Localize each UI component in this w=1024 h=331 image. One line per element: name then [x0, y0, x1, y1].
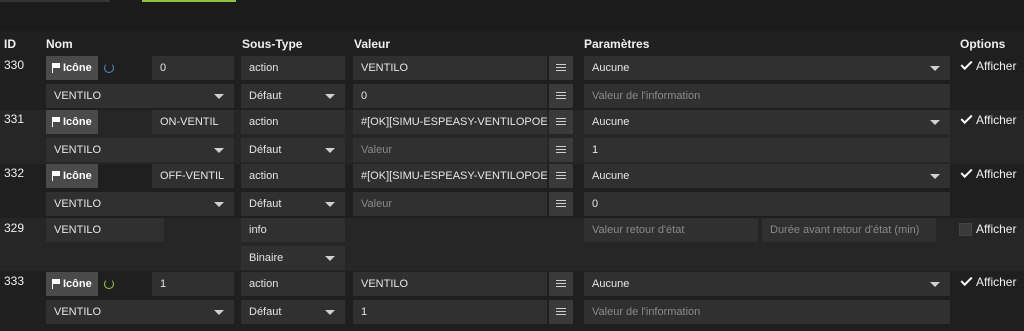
valeur-input[interactable]: #[OK][SIMU-ESPEASY-VENTILOPOELE][( — [353, 164, 547, 188]
chevron-down-icon — [214, 148, 224, 153]
valeur-input[interactable]: VENTILO — [353, 272, 547, 296]
param-select[interactable]: Aucune — [584, 164, 950, 188]
cmd-value-input[interactable]: ON-VENTIL — [152, 110, 234, 134]
chevron-down-icon — [214, 310, 224, 315]
chevron-down-icon — [930, 282, 940, 287]
valeur2-input[interactable]: Valeur — [353, 192, 547, 216]
header-parametres: Paramètres — [584, 37, 650, 51]
param2-input[interactable]: Valeur de l'information — [584, 300, 950, 324]
subtype-field[interactable]: action — [241, 272, 345, 296]
icon-button[interactable]: Icône — [46, 272, 98, 296]
subtype-field[interactable]: info — [241, 218, 345, 242]
list-icon[interactable] — [549, 138, 573, 162]
row-id: 329 — [4, 221, 25, 235]
chevron-down-icon — [325, 256, 335, 261]
list-icon[interactable] — [549, 300, 573, 324]
chevron-down-icon — [214, 202, 224, 207]
param2-input[interactable]: Valeur de l'information — [584, 84, 950, 108]
name-select[interactable]: VENTILO — [46, 138, 234, 162]
valeur2-input[interactable]: 0 — [353, 84, 547, 108]
subtype-field[interactable]: action — [241, 164, 345, 188]
afficher-label: Afficher — [976, 167, 1017, 181]
param-select[interactable]: Aucune — [584, 272, 950, 296]
flag-icon — [52, 171, 60, 181]
afficher-label: Afficher — [976, 59, 1017, 73]
row-id: 333 — [4, 274, 25, 288]
valeur2-input[interactable]: 1 — [353, 300, 547, 324]
afficher-checkbox[interactable] — [959, 223, 972, 236]
refresh-icon[interactable] — [104, 279, 114, 289]
afficher-label: Afficher — [976, 222, 1017, 236]
refresh-icon[interactable] — [104, 63, 114, 73]
row-id: 331 — [4, 112, 25, 126]
valeur-input[interactable]: VENTILO — [353, 56, 547, 80]
cmd-value-input[interactable]: 0 — [152, 56, 234, 80]
cmd-value-input[interactable]: OFF-VENTIL — [152, 164, 234, 188]
header-id: ID — [4, 37, 16, 51]
flag-icon — [52, 63, 60, 73]
tab-indicator-inactive — [0, 0, 110, 2]
param-select[interactable]: Aucune — [584, 56, 950, 80]
list-icon[interactable] — [549, 272, 573, 296]
header-soustype: Sous-Type — [242, 37, 303, 51]
valeur2-input[interactable]: Valeur — [353, 138, 547, 162]
param2-input[interactable]: 1 — [584, 138, 950, 162]
afficher-label: Afficher — [976, 275, 1017, 289]
param-select[interactable]: Aucune — [584, 110, 950, 134]
row-id: 332 — [4, 166, 25, 180]
afficher-label: Afficher — [976, 113, 1017, 127]
chevron-down-icon — [325, 202, 335, 207]
valeur-input[interactable]: #[OK][SIMU-ESPEASY-VENTILOPOELE][( — [353, 110, 547, 134]
chevron-down-icon — [325, 148, 335, 153]
cmd-value-input[interactable]: 1 — [152, 272, 234, 296]
name-select[interactable]: VENTILO — [46, 192, 234, 216]
chevron-down-icon — [325, 94, 335, 99]
chevron-down-icon — [930, 174, 940, 179]
header-options: Options — [960, 37, 1006, 51]
tab-indicator-active — [142, 0, 236, 2]
subtype2-select[interactable]: Défaut — [241, 300, 345, 324]
subtype2-select[interactable]: Défaut — [241, 84, 345, 108]
row-id: 330 — [4, 58, 25, 72]
subtype2-select[interactable]: Défaut — [241, 138, 345, 162]
list-icon[interactable] — [549, 192, 573, 216]
list-icon[interactable] — [549, 56, 573, 80]
header-valeur: Valeur — [354, 37, 391, 51]
flag-icon — [52, 279, 60, 289]
icon-button[interactable]: Icône — [46, 56, 98, 80]
icon-button[interactable]: Icône — [46, 164, 98, 188]
retour-etat-input[interactable]: Valeur retour d'état — [584, 218, 758, 242]
list-icon[interactable] — [549, 110, 573, 134]
name-select[interactable]: VENTILO — [46, 84, 234, 108]
chevron-down-icon — [214, 94, 224, 99]
param2-input[interactable]: 0 — [584, 192, 950, 216]
subtype2-select[interactable]: Binaire — [241, 246, 345, 270]
chevron-down-icon — [930, 120, 940, 125]
list-icon[interactable] — [549, 164, 573, 188]
flag-icon — [52, 117, 60, 127]
duree-retour-input[interactable]: Durée avant retour d'état (min) — [762, 218, 936, 242]
subtype2-select[interactable]: Défaut — [241, 192, 345, 216]
subtype-field[interactable]: action — [241, 110, 345, 134]
top-strip — [0, 0, 1024, 30]
chevron-down-icon — [325, 310, 335, 315]
name-select[interactable]: VENTILO — [46, 300, 234, 324]
icon-button[interactable]: Icône — [46, 110, 98, 134]
subtype-field[interactable]: action — [241, 56, 345, 80]
name-input[interactable]: VENTILO — [46, 218, 164, 242]
chevron-down-icon — [930, 66, 940, 71]
list-icon[interactable] — [549, 84, 573, 108]
header-nom: Nom — [46, 37, 73, 51]
